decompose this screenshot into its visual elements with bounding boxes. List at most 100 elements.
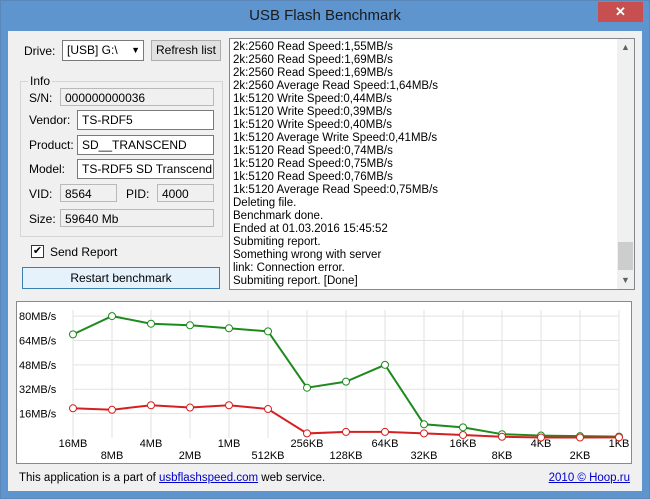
product-field[interactable]: SD__TRANSCEND <box>77 135 214 155</box>
close-icon: ✕ <box>615 4 626 19</box>
data-point <box>108 405 116 414</box>
speed-chart: 80MB/s 64MB/s 48MB/s 32MB/s 16MB/s 16MB 8MB 4MB… <box>16 301 632 464</box>
y-tick-label: 16MB/s <box>19 409 57 421</box>
log-line: 2k:2560 Average Read Speed:1,64MB/s <box>233 80 439 92</box>
sn-label: S/N: <box>29 91 53 105</box>
data-point <box>147 319 155 328</box>
size-label: Size: <box>29 212 56 226</box>
y-tick-label: 32MB/s <box>19 384 57 396</box>
x-tick-label: 64KB <box>372 438 399 450</box>
data-point <box>420 420 428 429</box>
pid-label: PID: <box>126 187 150 201</box>
log-line: 1k:5120 Write Speed:0,40MB/s <box>233 119 392 131</box>
data-point <box>186 321 194 330</box>
pid-field: 4000 <box>157 184 214 202</box>
log-line: Ended at 01.03.2016 15:45:52 <box>233 223 388 235</box>
drive-label: Drive: <box>24 44 56 58</box>
log-line: 1k:5120 Average Write Speed:0,41MB/s <box>233 132 438 144</box>
restart-benchmark-button[interactable]: Restart benchmark <box>22 267 220 289</box>
log-line: Something wrong with server <box>233 249 382 261</box>
drive-select[interactable]: [USB] G:\ ▼ <box>62 40 144 61</box>
log-line: 1k:5120 Write Speed:0,39MB/s <box>233 106 392 118</box>
scroll-up-icon[interactable]: ▲ <box>617 39 634 56</box>
copyright-link[interactable]: 2010 © Hoop.ru <box>549 472 630 484</box>
data-point <box>537 433 545 442</box>
log-line: 2k:2560 Read Speed:1,69MB/s <box>233 67 393 79</box>
data-point <box>459 423 467 432</box>
log-line: Deleting file. <box>233 197 297 209</box>
data-point <box>147 401 155 410</box>
drive-select-value: [USB] G:\ <box>67 43 118 57</box>
scroll-thumb[interactable] <box>618 242 633 270</box>
log-line: Submiting report. [Done] <box>233 275 358 287</box>
footer-link[interactable]: usbflashspeed.com <box>159 472 258 484</box>
speed-chart-svg: 80MB/s 64MB/s 48MB/s 32MB/s 16MB/s 16MB 8MB 4MB… <box>19 310 629 462</box>
log-line: link: Connection error. <box>233 262 345 274</box>
footer-suffix: web service. <box>258 472 326 484</box>
y-tick-label: 48MB/s <box>19 360 57 372</box>
data-point <box>303 429 311 438</box>
x-tick-label: 4MB <box>140 438 163 450</box>
send-report-checkbox[interactable]: ✔ <box>31 245 44 258</box>
x-tick-label: 16KB <box>450 438 477 450</box>
data-point <box>381 427 389 436</box>
data-point <box>186 403 194 412</box>
footer-prefix: This application is a part of <box>19 472 159 484</box>
log-line: 1k:5120 Read Speed:0,75MB/s <box>233 158 393 170</box>
data-point <box>108 312 116 321</box>
data-point <box>225 324 233 333</box>
log-lines: 2k:2560 Read Speed:1,55MB/s 2k:2560 Read … <box>233 41 618 288</box>
x-tick-label: 32KB <box>411 450 438 462</box>
log-line: 1k:5120 Write Speed:0,44MB/s <box>233 93 392 105</box>
check-icon: ✔ <box>32 245 43 257</box>
x-tick-label: 128KB <box>329 450 362 462</box>
log-line: Benchmark done. <box>233 210 324 222</box>
title-bar[interactable]: USB Flash Benchmark ✕ <box>1 1 649 31</box>
sn-field: 000000000036 <box>60 88 214 106</box>
size-field: 59640 Mb <box>60 209 214 227</box>
data-point <box>576 433 584 442</box>
x-tick-label: 8MB <box>101 450 124 462</box>
x-tick-label: 8KB <box>492 450 513 462</box>
refresh-list-button[interactable]: Refresh list <box>151 40 221 61</box>
chevron-down-icon: ▼ <box>131 45 140 55</box>
data-point <box>420 429 428 438</box>
data-point <box>264 327 272 336</box>
log-scrollbar[interactable]: ▲ ▼ <box>617 39 634 289</box>
x-tick-label: 1MB <box>218 438 241 450</box>
send-report-label[interactable]: Send Report <box>50 245 117 259</box>
data-point <box>381 360 389 369</box>
data-point <box>498 432 506 441</box>
y-tick-label: 64MB/s <box>19 335 57 347</box>
model-label: Model: <box>29 162 66 176</box>
data-point <box>342 377 350 386</box>
data-point <box>303 383 311 392</box>
client-area: Drive: [USB] G:\ ▼ Refresh list Info S/N… <box>8 31 642 491</box>
footer-text: This application is a part of usbflashsp… <box>19 472 325 484</box>
vid-label: VID: <box>29 187 53 201</box>
x-tick-label: 16MB <box>59 438 88 450</box>
vid-field: 8564 <box>60 184 117 202</box>
x-tick-label: 256KB <box>290 438 323 450</box>
data-point <box>459 430 467 439</box>
data-point <box>615 433 623 442</box>
log-line: 2k:2560 Read Speed:1,69MB/s <box>233 54 393 66</box>
model-field[interactable]: TS-RDF5 SD Transcend <box>77 159 214 179</box>
log-textbox[interactable]: 2k:2560 Read Speed:1,55MB/s 2k:2560 Read … <box>229 38 635 290</box>
log-line: 1k:5120 Read Speed:0,76MB/s <box>233 171 393 183</box>
log-line: 1k:5120 Average Read Speed:0,75MB/s <box>233 184 439 196</box>
data-point <box>225 401 233 410</box>
close-button[interactable]: ✕ <box>598 2 643 22</box>
vendor-field[interactable]: TS-RDF5 <box>77 110 214 130</box>
window-title: USB Flash Benchmark <box>249 7 401 24</box>
x-tick-label: 2KB <box>570 450 591 462</box>
x-tick-label: 2MB <box>179 450 202 462</box>
scroll-down-icon[interactable]: ▼ <box>617 272 634 289</box>
data-point <box>342 427 350 436</box>
product-label: Product: <box>29 138 74 152</box>
log-line: 1k:5120 Read Speed:0,74MB/s <box>233 145 393 157</box>
data-point <box>264 405 272 414</box>
app-window: USB Flash Benchmark ✕ Drive: [USB] G:\ ▼… <box>0 0 650 499</box>
y-tick-label: 80MB/s <box>19 311 57 323</box>
log-line: 2k:2560 Read Speed:1,55MB/s <box>233 41 393 53</box>
